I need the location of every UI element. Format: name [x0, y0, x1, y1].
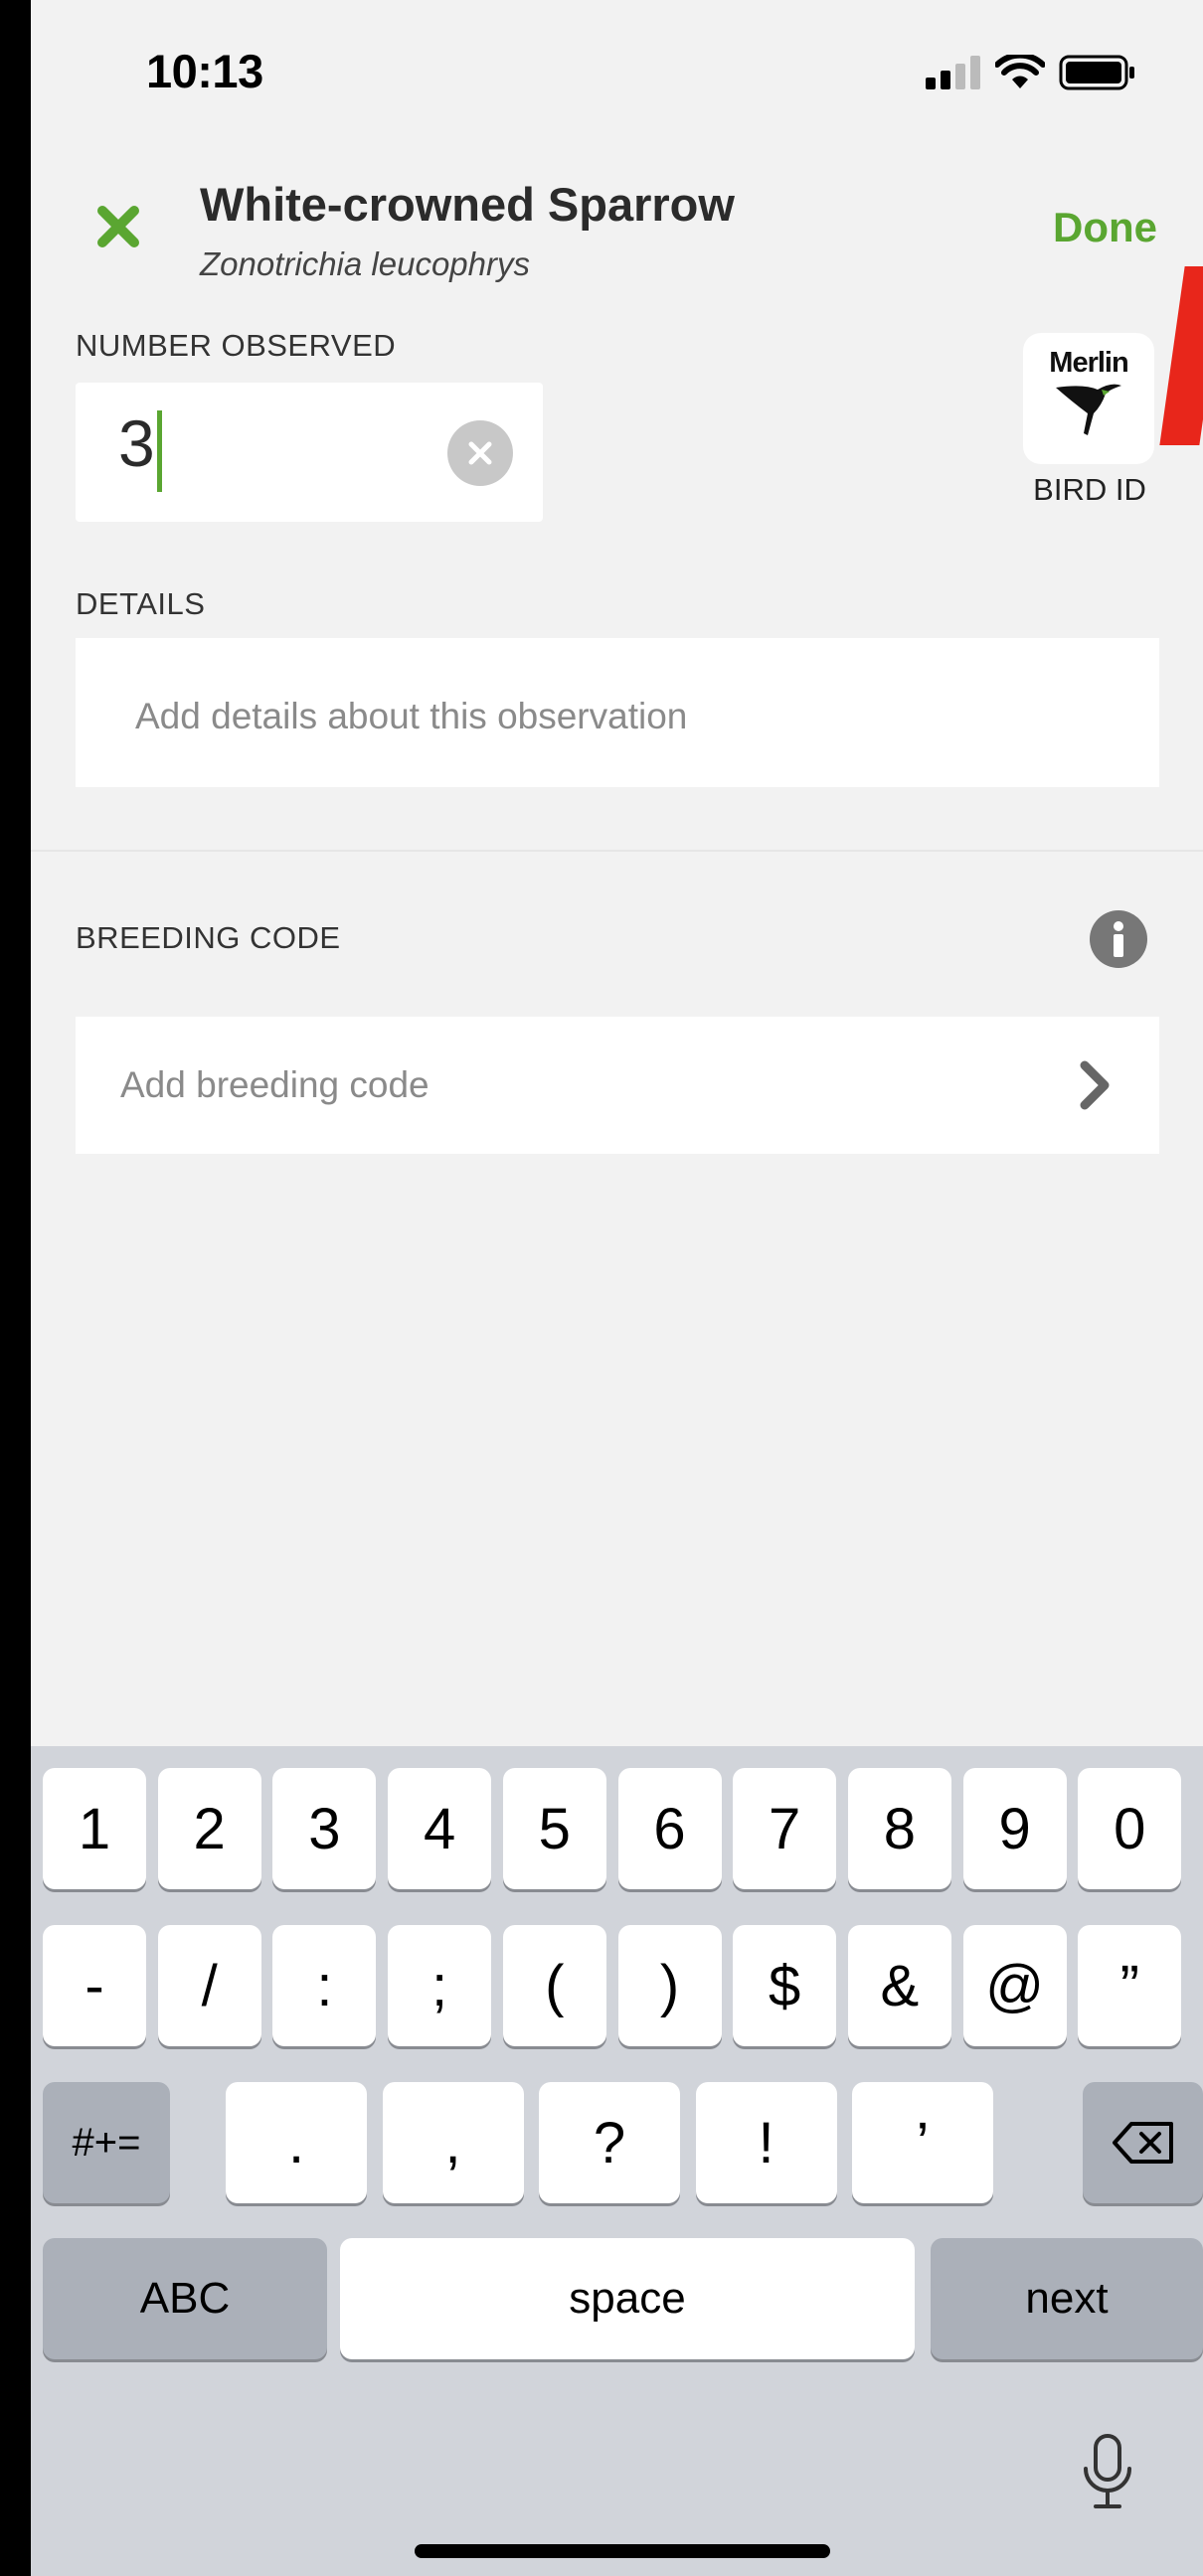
- phone-screen: 10:13 White-crowned Sparrow Zonotrichia …: [31, 0, 1203, 2576]
- bird-logo-icon: [1056, 384, 1121, 435]
- digit-key[interactable]: 6: [617, 1768, 722, 1889]
- punctuation-key[interactable]: ?: [539, 2082, 680, 2203]
- status-time: 10:13: [146, 45, 263, 97]
- symbol-key[interactable]: (: [502, 1925, 606, 2046]
- symbol-key[interactable]: /: [157, 1925, 261, 2046]
- wifi-icon: [995, 55, 1045, 88]
- abc-key[interactable]: ABC: [43, 2238, 327, 2359]
- home-indicator: [415, 2544, 830, 2558]
- signal-icon: [926, 56, 980, 89]
- digit-key[interactable]: 9: [962, 1768, 1067, 1889]
- numeric-keyboard: 1234567890 - /:;() $ & @” #+= .,?!’ ABC spac…: [31, 1746, 1203, 2576]
- punctuation-key[interactable]: !: [695, 2082, 837, 2203]
- clear-icon: [468, 441, 492, 465]
- done-button[interactable]: Done: [1053, 204, 1157, 251]
- space-key[interactable]: space: [340, 2238, 915, 2359]
- merlin-bird-id-button[interactable]: Merlin: [1023, 333, 1154, 464]
- digit-key[interactable]: 8: [847, 1768, 951, 1889]
- punctuation-key[interactable]: ’: [852, 2082, 993, 2203]
- breeding-code-placeholder: Add breeding code: [120, 1064, 430, 1105]
- symbol-key[interactable]: @: [962, 1925, 1067, 2046]
- bird-id-label: BIRD ID: [1033, 472, 1146, 507]
- battery-icon: [1059, 55, 1134, 90]
- text-cursor: [157, 410, 162, 492]
- status-icons: [926, 55, 1136, 90]
- symbol-key[interactable]: -: [43, 1925, 146, 2046]
- details-label: DETAILS: [76, 586, 206, 621]
- symbol-key[interactable]: ;: [388, 1925, 492, 2046]
- section-divider: [31, 850, 1203, 852]
- symbol-key[interactable]: :: [272, 1925, 377, 2046]
- backspace-key[interactable]: [1083, 2082, 1203, 2203]
- digit-key[interactable]: 3: [272, 1768, 377, 1889]
- chevron-right-icon: [1080, 1060, 1110, 1110]
- breeding-code-label: BREEDING CODE: [76, 920, 341, 955]
- digit-key[interactable]: 2: [157, 1768, 261, 1889]
- microphone-icon[interactable]: [1080, 2433, 1135, 2512]
- symbol-key[interactable]: ): [617, 1925, 722, 2046]
- symbol-key[interactable]: ”: [1078, 1925, 1182, 2046]
- punctuation-key[interactable]: .: [226, 2082, 367, 2203]
- next-key[interactable]: next: [931, 2238, 1203, 2359]
- number-observed-value: 3: [118, 406, 155, 480]
- info-glyph: [1114, 921, 1123, 957]
- symbol-key[interactable]: $: [733, 1925, 837, 2046]
- backspace-icon: [1112, 2122, 1173, 2164]
- scientific-name: Zonotrichia leucophrys: [200, 245, 530, 282]
- details-placeholder: Add details about this observation: [135, 696, 688, 736]
- close-icon: [97, 206, 139, 247]
- symbols-toggle-key[interactable]: #+=: [43, 2082, 170, 2203]
- species-name: White-crowned Sparrow: [200, 178, 735, 231]
- clear-button[interactable]: [447, 420, 513, 486]
- number-observed-label: NUMBER OBSERVED: [76, 328, 397, 363]
- digit-key[interactable]: 5: [502, 1768, 606, 1889]
- digit-key[interactable]: 7: [733, 1768, 837, 1889]
- info-icon[interactable]: [1090, 910, 1147, 968]
- digit-key[interactable]: 0: [1078, 1768, 1182, 1889]
- red-marker: [1159, 266, 1203, 445]
- symbol-key[interactable]: &: [847, 1925, 951, 2046]
- punctuation-key[interactable]: ,: [382, 2082, 524, 2203]
- digit-key[interactable]: 1: [43, 1768, 146, 1889]
- merlin-logo-text: Merlin: [1049, 347, 1128, 379]
- close-button[interactable]: [90, 199, 146, 254]
- digit-key[interactable]: 4: [388, 1768, 492, 1889]
